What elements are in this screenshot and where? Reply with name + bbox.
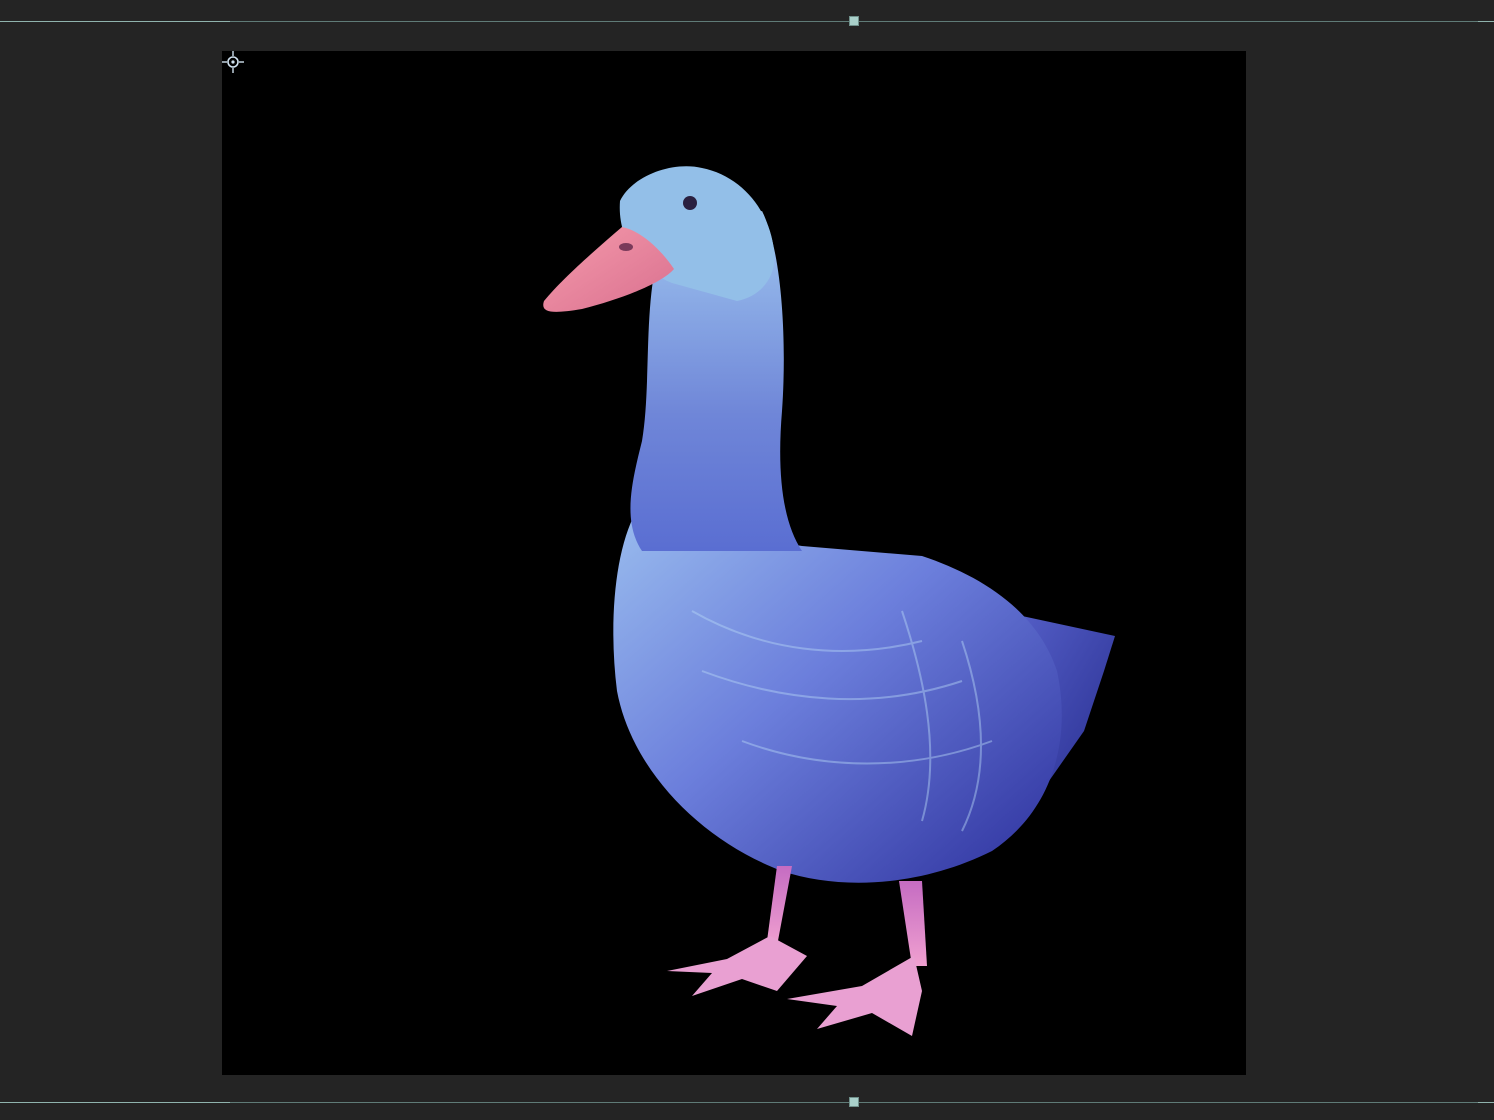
top-guide-rail[interactable] [0, 16, 1494, 26]
goose-render [543, 166, 1115, 1036]
guide-line-segment [0, 21, 230, 22]
goose-eye [683, 196, 697, 210]
bottom-guide-handle-icon[interactable] [849, 1097, 859, 1107]
guide-line-segment [0, 1102, 230, 1103]
goose-leg-front [899, 881, 927, 966]
guide-line-segment [1478, 21, 1494, 22]
guide-line-segment [1478, 1102, 1494, 1103]
goose-foot-back [667, 936, 807, 996]
goose-leg-back [767, 866, 792, 946]
goose-foot-front [787, 956, 922, 1036]
anchor-point-icon[interactable] [222, 51, 244, 73]
canvas-workspace [0, 0, 1494, 1120]
bottom-guide-rail[interactable] [0, 1097, 1494, 1107]
top-guide-handle-icon[interactable] [849, 16, 859, 26]
render-canvas[interactable] [222, 51, 1246, 1075]
nostril [619, 243, 633, 251]
